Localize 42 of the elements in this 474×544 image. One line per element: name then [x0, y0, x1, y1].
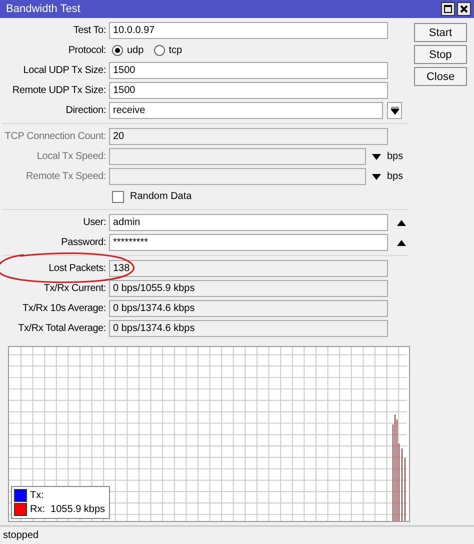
text-field[interactable]: 1500 — [109, 82, 388, 99]
legend-label: Rx: 1055.9 kbps — [30, 504, 106, 515]
text-field[interactable]: 1500 — [109, 62, 388, 79]
status-text: stopped — [3, 530, 39, 541]
close-icon — [460, 5, 468, 13]
checkbox-option[interactable]: Random Data — [109, 190, 192, 202]
unit-label: bps — [387, 151, 404, 162]
field-label: Test To: — [72, 25, 106, 36]
field-label: Tx/Rx Current: — [42, 283, 106, 294]
field-label: Local UDP Tx Size: — [22, 65, 106, 76]
maximize-button[interactable] — [441, 2, 455, 16]
radio-option[interactable]: udp — [112, 45, 144, 56]
dropdown-button[interactable] — [387, 102, 402, 119]
field-label: User: — [82, 217, 106, 228]
close-button[interactable] — [457, 2, 471, 16]
dropdown-arrow-icon[interactable] — [372, 174, 381, 180]
dialog-button[interactable]: Close — [414, 67, 467, 86]
legend-label: Tx: — [30, 490, 44, 501]
collapse-arrow-icon[interactable] — [396, 240, 406, 246]
dialog-button[interactable]: Start — [414, 23, 467, 42]
window-title: Bandwidth Test — [6, 3, 80, 15]
field-label: Tx/Rx 10s Average: — [22, 303, 106, 314]
maximize-icon — [444, 5, 452, 13]
text-field[interactable]: 10.0.0.97 — [109, 22, 388, 39]
field-label: Remote UDP Tx Size: — [11, 85, 106, 96]
field-label: Remote Tx Speed: — [25, 171, 106, 182]
field-label: Password: — [60, 237, 106, 248]
dropdown-arrow-icon[interactable] — [372, 154, 381, 160]
dropdown-arrow-icon — [390, 106, 398, 114]
unit-label: bps — [387, 171, 404, 182]
field-label: Lost Packets: — [48, 263, 106, 274]
field-label: TCP Connection Count: — [4, 131, 106, 142]
dialog-button[interactable]: Stop — [414, 45, 467, 64]
dropdown-field[interactable]: receive — [109, 102, 383, 119]
radio-option[interactable]: tcp — [154, 45, 182, 56]
text-field[interactable]: admin — [109, 214, 388, 231]
field-label: Local Tx Speed: — [36, 151, 106, 162]
field-label: Tx/Rx Total Average: — [17, 323, 106, 334]
collapse-arrow-icon[interactable] — [396, 220, 406, 226]
field-label: Direction: — [64, 105, 106, 116]
field-label: Protocol: — [67, 45, 106, 56]
text-field[interactable]: ********* — [109, 234, 388, 251]
